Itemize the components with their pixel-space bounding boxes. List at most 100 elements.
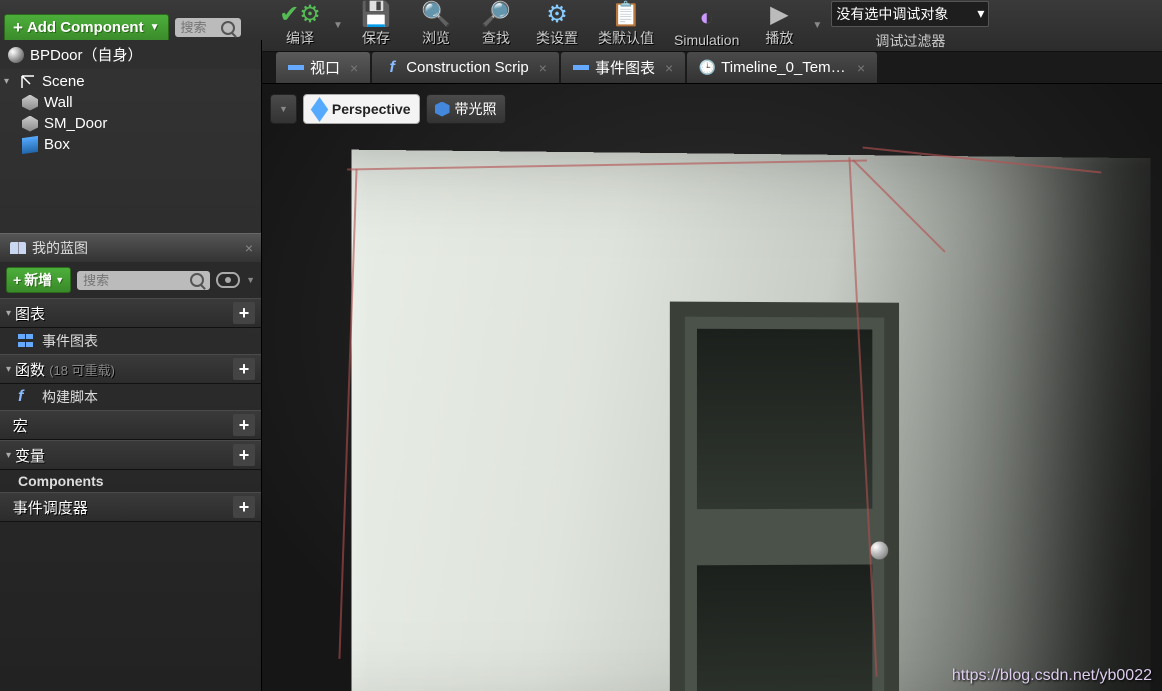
- construction-script-item[interactable]: f 构建脚本: [0, 384, 261, 410]
- perspective-label: Perspective: [332, 101, 411, 117]
- blueprint-search-input[interactable]: [83, 273, 190, 288]
- tab-timeline[interactable]: 🕒 Timeline_0_Templa ×: [687, 52, 877, 83]
- expand-icon: ▾: [6, 364, 11, 375]
- add-function-button[interactable]: +: [233, 358, 255, 380]
- gear-icon: ⚙: [540, 0, 574, 28]
- add-dispatcher-button[interactable]: +: [233, 496, 255, 518]
- save-button[interactable]: 💾 保存: [346, 0, 406, 51]
- search-icon: [190, 273, 204, 287]
- watermark: https://blog.csdn.net/yb0022: [952, 667, 1152, 685]
- section-title: 图表: [15, 303, 233, 324]
- section-dispatchers[interactable]: 事件调度器 +: [0, 492, 261, 522]
- box-icon: [22, 135, 38, 153]
- tree-item-box[interactable]: Box: [0, 134, 261, 155]
- expand-icon: ▾: [6, 450, 11, 461]
- section-title: 宏: [13, 415, 233, 436]
- add-component-button[interactable]: + Add Component ▼: [4, 14, 169, 42]
- clock-icon: 🕒: [699, 60, 715, 76]
- close-icon[interactable]: ×: [665, 60, 673, 76]
- play-button[interactable]: ▶ 播放: [749, 0, 809, 51]
- blueprint-root-row[interactable]: BPDoor（自身）: [0, 40, 261, 69]
- my-blueprint-tab[interactable]: 我的蓝图 ×: [0, 233, 261, 262]
- play-dropdown[interactable]: ▼: [809, 0, 825, 51]
- door-frame: [670, 302, 899, 691]
- viewport-toolbar: ▼ Perspective 带光照: [270, 94, 506, 124]
- plus-icon: +: [13, 18, 23, 38]
- my-blueprint-title: 我的蓝图: [32, 238, 88, 258]
- event-graph-item[interactable]: 事件图表: [0, 328, 261, 354]
- debug-filter-label: 调试过滤器: [875, 31, 945, 51]
- defaults-icon: 📋: [609, 0, 643, 28]
- browse-icon: 🔍: [419, 0, 453, 28]
- simulation-button[interactable]: ◐ Simulation: [664, 0, 749, 51]
- viewport[interactable]: ▼ Perspective 带光照: [262, 84, 1162, 691]
- tree-item-label: SM_Door: [44, 115, 107, 132]
- class-defaults-button[interactable]: 📋 类默认值: [588, 0, 664, 51]
- visibility-icon[interactable]: [216, 272, 240, 288]
- find-button[interactable]: 🔎 查找: [466, 0, 526, 51]
- scene-icon: [20, 74, 36, 90]
- add-new-label: 新增: [24, 270, 52, 290]
- save-icon: 💾: [359, 0, 393, 28]
- section-title: 函数 (18 可重载): [15, 359, 233, 380]
- tree-item-door[interactable]: SM_Door: [0, 113, 261, 134]
- compile-button[interactable]: ✔⚙ 编译: [270, 0, 330, 51]
- lit-mode-button[interactable]: 带光照: [426, 94, 506, 124]
- components-var-item[interactable]: Components: [0, 470, 261, 492]
- tab-viewport[interactable]: 视口 ×: [276, 52, 370, 83]
- chevron-down-icon[interactable]: ▼: [246, 275, 255, 285]
- left-panel: BPDoor（自身） ▾ Scene Wall SM_Door Box 我的蓝图…: [0, 40, 262, 691]
- close-icon[interactable]: ×: [539, 60, 547, 76]
- blueprint-icon: [10, 242, 26, 254]
- chevron-down-icon: ▼: [150, 22, 160, 33]
- door-midrail: [685, 525, 884, 558]
- add-variable-button[interactable]: +: [233, 444, 255, 466]
- door-mesh: [685, 317, 884, 691]
- tree-item-wall[interactable]: Wall: [0, 92, 261, 113]
- tab-label: 视口: [310, 57, 340, 78]
- my-blueprint-toolbar: + 新增 ▼ ▼: [0, 262, 261, 298]
- chevron-down-icon: ▼: [279, 104, 288, 114]
- find-label: 查找: [482, 28, 510, 48]
- component-search-input[interactable]: [181, 20, 217, 35]
- tree-item-label: Wall: [44, 94, 73, 111]
- close-icon[interactable]: ×: [245, 240, 253, 256]
- tab-construction-script[interactable]: f Construction Scrip ×: [372, 52, 559, 83]
- section-variables[interactable]: ▾ 变量 +: [0, 440, 261, 470]
- tab-label: Timeline_0_Templa: [721, 59, 847, 76]
- viewport-options-button[interactable]: ▼: [270, 94, 297, 124]
- tab-label: 事件图表: [595, 57, 655, 78]
- mesh-icon: [22, 116, 38, 132]
- expand-icon: [6, 420, 9, 431]
- viewport-icon: [288, 60, 304, 76]
- close-icon[interactable]: ×: [857, 60, 865, 76]
- browse-button[interactable]: 🔍 浏览: [406, 0, 466, 51]
- construction-script-label: 构建脚本: [42, 387, 98, 407]
- add-macro-button[interactable]: +: [233, 414, 255, 436]
- event-graph-label: 事件图表: [42, 331, 98, 351]
- add-new-button[interactable]: + 新增 ▼: [6, 267, 71, 293]
- section-functions[interactable]: ▾ 函数 (18 可重载) +: [0, 354, 261, 384]
- blueprint-search-box[interactable]: [77, 271, 210, 290]
- close-icon[interactable]: ×: [350, 60, 358, 76]
- scene-root-label: Scene: [42, 73, 85, 90]
- play-icon: ▶: [762, 0, 796, 28]
- play-label: 播放: [765, 28, 793, 48]
- scene-root-row[interactable]: ▾ Scene: [0, 71, 261, 92]
- simulation-icon: ◐: [690, 4, 724, 32]
- add-component-label: Add Component: [27, 19, 144, 36]
- chevron-down-icon: ▾: [977, 5, 984, 22]
- section-macros[interactable]: 宏 +: [0, 410, 261, 440]
- section-graphs[interactable]: ▾ 图表 +: [0, 298, 261, 328]
- compile-dropdown[interactable]: ▼: [330, 0, 346, 51]
- class-settings-button[interactable]: ⚙ 类设置: [526, 0, 588, 51]
- tab-event-graph[interactable]: 事件图表 ×: [561, 52, 685, 83]
- lit-label: 带光照: [455, 99, 497, 119]
- door-knob: [870, 541, 888, 559]
- debug-object-select[interactable]: 没有选中调试对象 ▾: [831, 1, 989, 27]
- component-search-box[interactable]: [175, 18, 241, 37]
- chevron-down-icon: ▼: [55, 275, 64, 285]
- expand-icon[interactable]: ▾: [4, 76, 14, 87]
- perspective-button[interactable]: Perspective: [303, 94, 420, 124]
- add-graph-button[interactable]: +: [233, 302, 255, 324]
